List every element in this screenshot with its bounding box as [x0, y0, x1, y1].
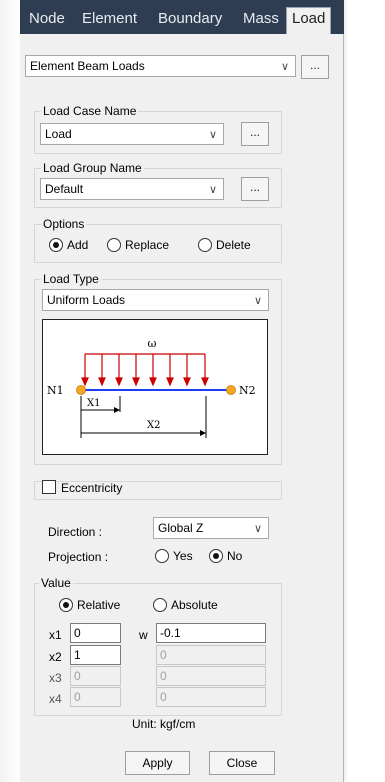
chevron-down-icon: ∨ — [253, 295, 262, 307]
value-label: Value — [39, 576, 73, 590]
x4-input: 0 — [70, 687, 121, 707]
w4-input: 0 — [156, 687, 266, 707]
load-case-value: Load — [45, 127, 72, 141]
direction-value: Global Z — [158, 521, 204, 535]
tab-element[interactable]: Element — [77, 8, 142, 34]
x2-label: x2 — [49, 650, 62, 664]
load-arrows — [81, 354, 209, 387]
tab-mass[interactable]: Mass — [238, 8, 284, 34]
x3-label: x3 — [49, 671, 62, 685]
direction-label: Direction : — [48, 525, 103, 539]
apply-button[interactable]: Apply — [125, 751, 190, 775]
node-n2-icon — [226, 385, 236, 395]
tab-boundary[interactable]: Boundary — [153, 8, 227, 34]
w2-input: 0 — [156, 645, 266, 665]
load-type-label: Load Type — [41, 272, 101, 286]
load-group-label: Load Group Name — [41, 161, 144, 175]
x1-label: X1 — [87, 398, 100, 409]
load-group-value: Default — [45, 182, 84, 196]
tab-load[interactable]: Load — [286, 7, 332, 34]
unit-label: Unit: kgf/cm — [132, 717, 196, 731]
option-delete-label: Delete — [216, 238, 251, 252]
load-diagram: ω N1 N2 X1 X2 — [42, 319, 268, 455]
w-symbol: ω — [148, 337, 157, 350]
value-absolute-label: Absolute — [171, 598, 218, 612]
w-label: w — [139, 628, 148, 642]
load-type-select[interactable]: Uniform Loads ∨ — [42, 289, 269, 311]
w1-input[interactable]: -0.1 — [156, 623, 266, 643]
node-n1-icon — [76, 385, 86, 395]
load-group-select[interactable]: Default ∨ — [40, 178, 224, 200]
eccentricity-checkbox[interactable] — [42, 480, 56, 494]
value-absolute-radio[interactable] — [153, 598, 167, 612]
projection-yes-radio[interactable] — [155, 549, 169, 563]
x4-label: x4 — [49, 692, 62, 706]
option-delete-radio[interactable] — [198, 238, 212, 252]
tab-bar: Node Element Boundary Mass Load — [20, 0, 344, 34]
x3-input: 0 — [70, 666, 121, 686]
w3-input: 0 — [156, 666, 266, 686]
load-type-value: Uniform Loads — [47, 293, 126, 307]
command-select-value: Element Beam Loads — [30, 59, 145, 73]
value-relative-radio[interactable] — [59, 598, 73, 612]
load-group-more-button[interactable]: ... — [241, 177, 269, 201]
left-margin — [0, 0, 20, 782]
load-case-select[interactable]: Load ∨ — [40, 123, 224, 145]
load-case-label: Load Case Name — [41, 104, 139, 118]
value-relative-label: Relative — [77, 598, 121, 612]
x2-label: X2 — [147, 420, 160, 431]
chevron-down-icon: ∨ — [208, 129, 217, 141]
option-replace-radio[interactable] — [107, 238, 121, 252]
load-panel: Node Element Boundary Mass Load Element … — [20, 0, 344, 782]
option-add-radio[interactable] — [49, 238, 63, 252]
eccentricity-label: Eccentricity — [61, 481, 123, 495]
chevron-down-icon: ∨ — [280, 61, 289, 73]
x1-input[interactable]: 0 — [70, 623, 121, 643]
close-button[interactable]: Close — [209, 751, 275, 775]
direction-select[interactable]: Global Z ∨ — [153, 517, 269, 539]
chevron-down-icon: ∨ — [253, 523, 262, 535]
command-more-button[interactable]: ... — [301, 55, 329, 79]
option-replace-label: Replace — [125, 238, 170, 252]
option-add-label: Add — [67, 238, 89, 252]
dim-x1-arrow — [114, 407, 120, 413]
load-case-more-button[interactable]: ... — [241, 122, 269, 146]
tab-node[interactable]: Node — [24, 8, 70, 34]
projection-yes-label: Yes — [173, 549, 193, 563]
command-select[interactable]: Element Beam Loads ∨ — [25, 55, 296, 77]
projection-no-label: No — [227, 549, 243, 563]
chevron-down-icon: ∨ — [208, 184, 217, 196]
projection-no-radio[interactable] — [209, 549, 223, 563]
dim-x2-arrow — [200, 430, 206, 436]
n1-label: N1 — [47, 384, 64, 397]
projection-label: Projection : — [48, 550, 109, 564]
x2-input[interactable]: 1 — [70, 645, 121, 665]
n2-label: N2 — [239, 384, 256, 397]
x1-label: x1 — [49, 628, 62, 642]
options-label: Options — [41, 217, 87, 231]
uniform-load-diagram: ω N1 N2 X1 X2 — [47, 337, 256, 438]
